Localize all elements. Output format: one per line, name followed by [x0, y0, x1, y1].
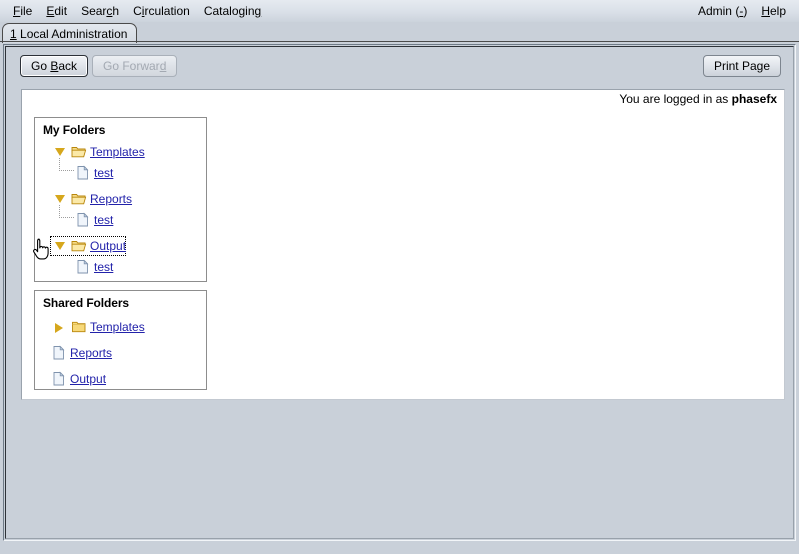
document-icon	[51, 345, 67, 361]
menu-bar: File Edit Search Circulation Cataloging …	[0, 0, 799, 22]
panel-empty-area	[6, 402, 793, 538]
tree-item-output[interactable]: Output	[35, 236, 206, 257]
my-folders-tree: Templates test Reports test Output test	[35, 142, 206, 278]
menu-item-search[interactable]: Search	[74, 2, 126, 20]
tab-strip-divider	[0, 41, 799, 42]
print-page-button[interactable]: Print Page	[702, 55, 781, 77]
tree-connector	[59, 158, 74, 171]
tree-connector	[59, 205, 74, 218]
tab-local-administration[interactable]: 1 Local Administration	[2, 23, 138, 43]
tab-strip: 1 Local Administration	[0, 22, 799, 43]
login-status-username: phasefx	[731, 92, 777, 106]
document-icon	[75, 212, 91, 228]
menu-item-cataloging[interactable]: Cataloging	[197, 2, 268, 20]
shared-folders-title: Shared Folders	[43, 296, 129, 310]
browser-toolbar: Go Back Go Forward Print Page	[18, 55, 783, 83]
shared-tree-item-templates[interactable]: Templates	[35, 317, 206, 338]
tree-item-label[interactable]: Templates	[90, 320, 145, 334]
my-folders-title: My Folders	[43, 123, 106, 137]
document-icon	[51, 371, 67, 387]
shared-tree-item-output[interactable]: Output	[35, 369, 206, 390]
menu-item-file[interactable]: File	[6, 2, 39, 20]
shared-folders-panel: Shared Folders Templates Reports Output	[34, 290, 207, 390]
menu-item-edit[interactable]: Edit	[39, 2, 74, 20]
go-forward-button[interactable]: Go Forward	[92, 55, 178, 77]
content-panel-inner: Go Back Go Forward Print Page You are lo…	[5, 46, 794, 539]
tree-item-reports-test[interactable]: test	[35, 205, 206, 231]
tree-item-label[interactable]: Output	[90, 239, 126, 253]
folder-closed-icon	[71, 319, 87, 335]
tree-item-label[interactable]: Reports	[70, 346, 112, 360]
document-icon	[75, 259, 91, 275]
tree-item-label[interactable]: test	[94, 213, 113, 227]
login-status-prefix: You are logged in as	[619, 92, 732, 106]
tree-item-label[interactable]: Output	[70, 372, 106, 386]
tree-item-label[interactable]: Reports	[90, 192, 132, 206]
content-panel: Go Back Go Forward Print Page You are lo…	[3, 44, 796, 541]
tree-item-label[interactable]: test	[94, 260, 113, 274]
tree-item-output-test[interactable]: test	[35, 257, 206, 278]
twisty-open-icon[interactable]	[55, 148, 65, 156]
tree-item-templates-test[interactable]: test	[35, 158, 206, 184]
login-status: You are logged in as phasefx	[619, 92, 777, 106]
go-back-button[interactable]: Go Back	[20, 55, 89, 77]
application-window: File Edit Search Circulation Cataloging …	[0, 0, 799, 554]
twisty-closed-icon[interactable]	[55, 323, 63, 333]
shared-tree-item-reports[interactable]: Reports	[35, 343, 206, 364]
page-content: You are logged in as phasefx My Folders	[21, 89, 785, 400]
menu-item-admin[interactable]: Admin (-)	[691, 2, 754, 20]
menu-item-circulation[interactable]: Circulation	[126, 2, 197, 20]
tree-item-label[interactable]: test	[94, 166, 113, 180]
menu-bar-right: Admin (-) Help	[691, 2, 793, 20]
tab-label: Local Administration	[20, 27, 128, 41]
twisty-open-icon[interactable]	[55, 242, 65, 250]
tree-item-label[interactable]: Templates	[90, 145, 145, 159]
document-icon	[75, 165, 91, 181]
folder-open-icon	[71, 238, 87, 254]
shared-folders-tree: Templates Reports Output	[35, 315, 206, 390]
menu-item-help[interactable]: Help	[754, 2, 793, 20]
my-folders-panel: My Folders Templates test Reports test O…	[34, 117, 207, 282]
twisty-open-icon[interactable]	[55, 195, 65, 203]
